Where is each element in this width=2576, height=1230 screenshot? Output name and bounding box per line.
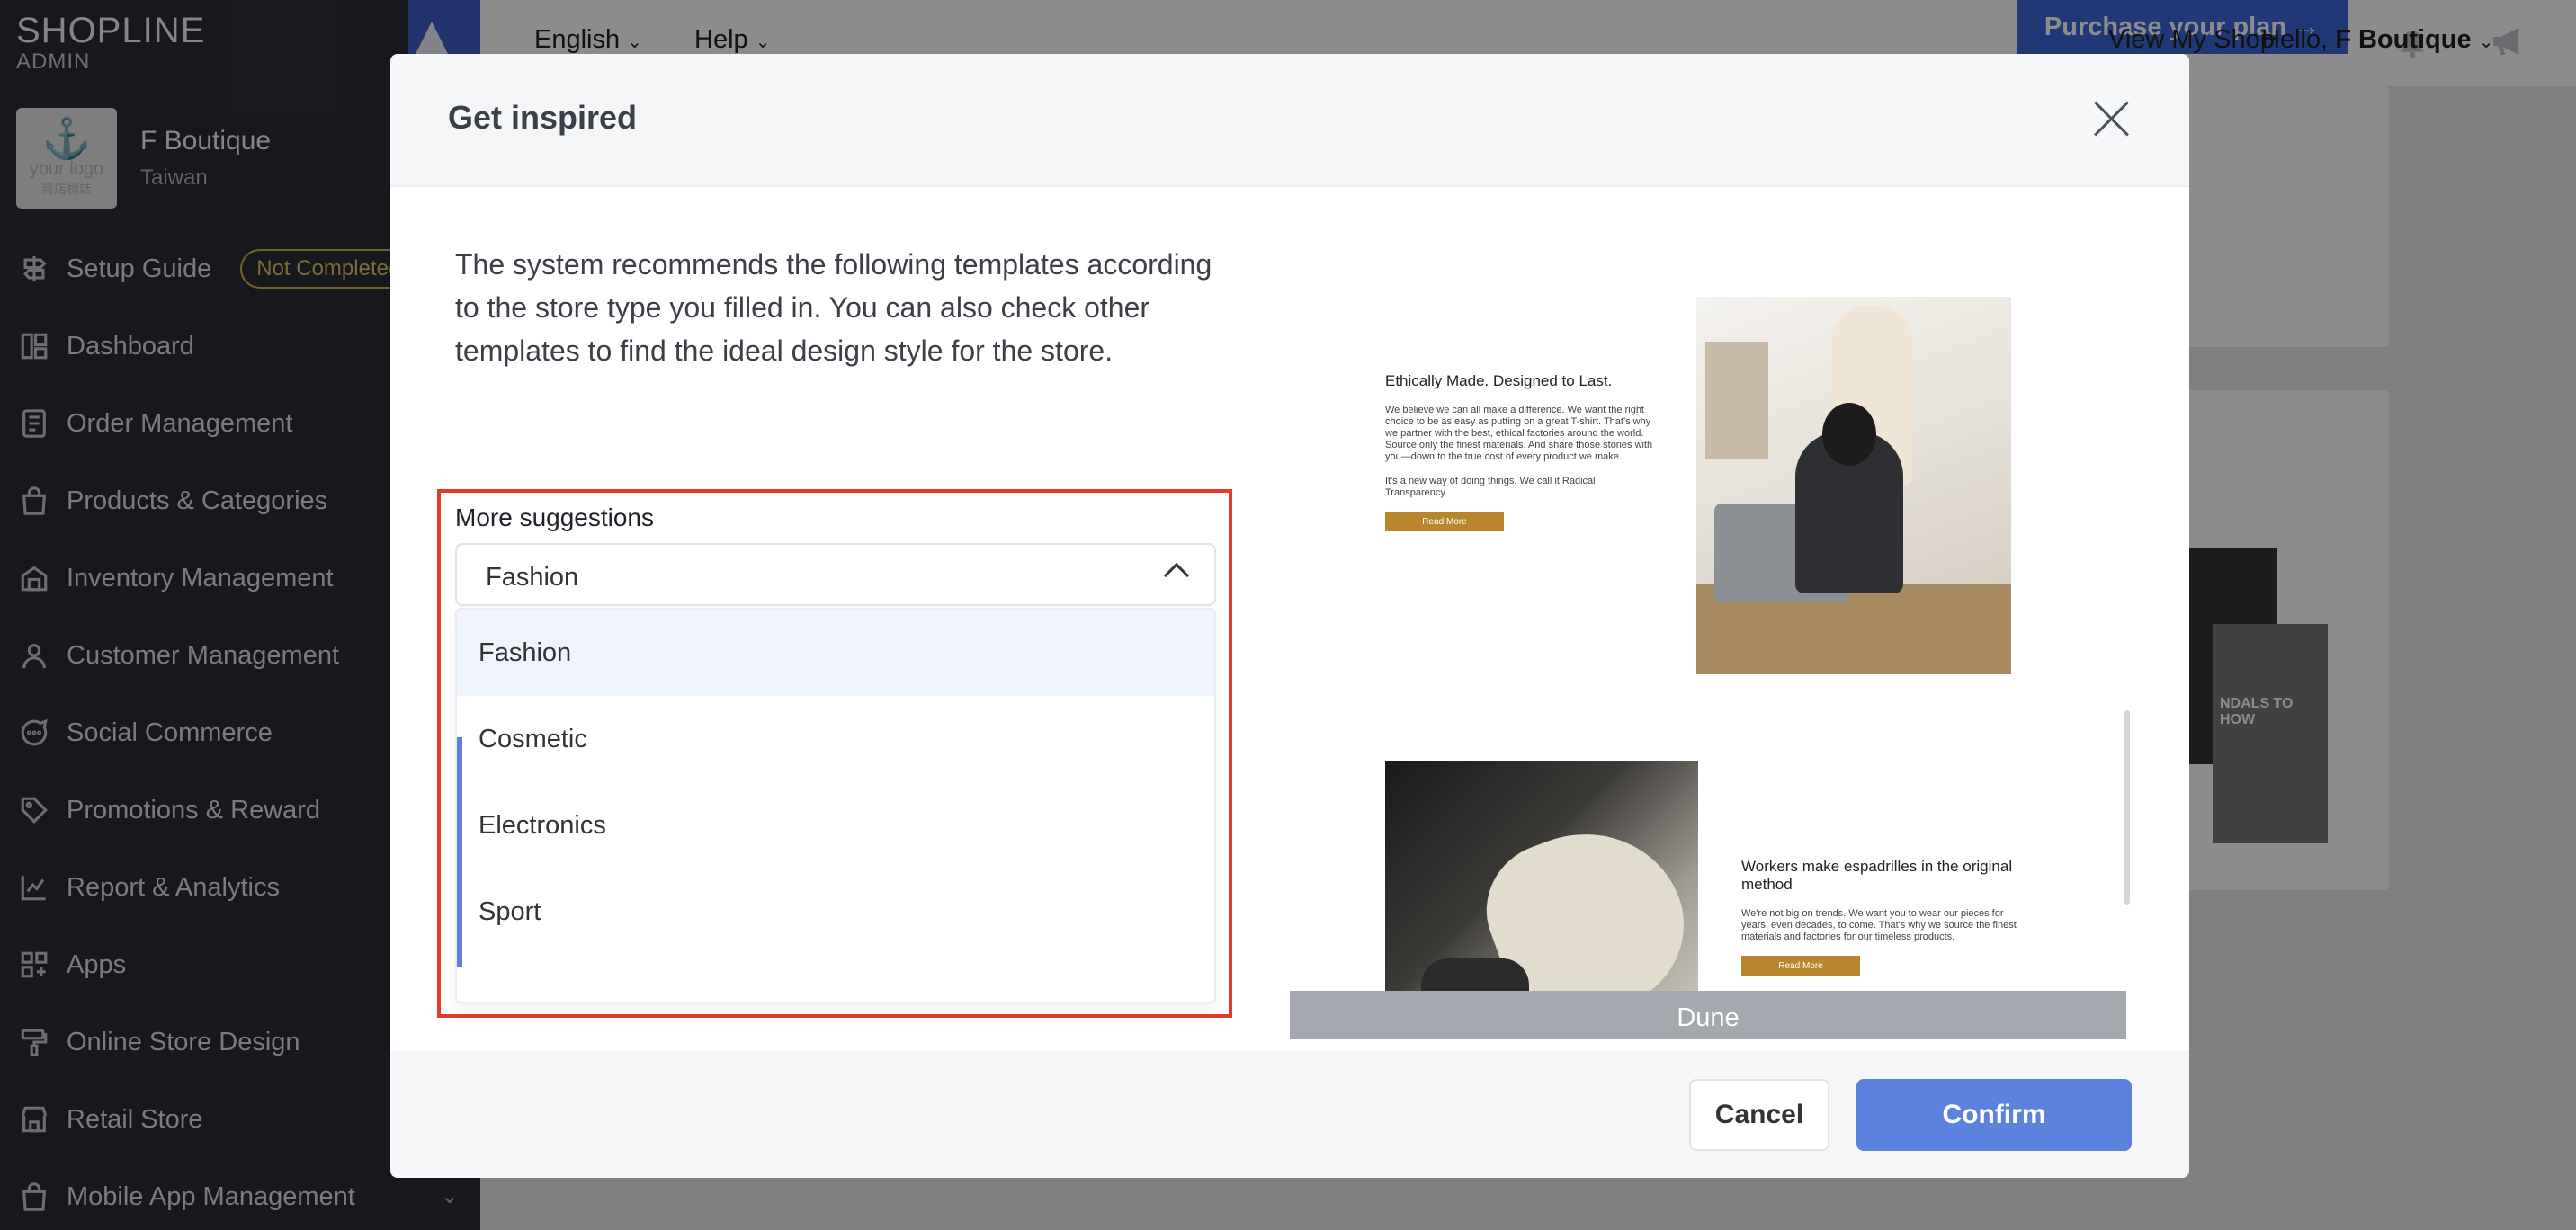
store-type-dropdown: Fashion Cosmetic Electronics Sport [455, 608, 1216, 1003]
close-icon[interactable] [2092, 99, 2132, 138]
chevron-up-icon [1163, 562, 1190, 589]
confirm-button[interactable]: Confirm [1856, 1079, 2132, 1151]
option-partial[interactable] [457, 955, 1214, 991]
dropdown-scrollbar[interactable] [457, 737, 462, 967]
selected-value: Fashion [486, 563, 579, 592]
template-read-more-button: Read More [1385, 512, 1504, 531]
option-electronics[interactable]: Electronics [457, 782, 1214, 869]
more-suggestions-label: More suggestions [455, 504, 655, 531]
template-photo-tailor [1696, 297, 2011, 674]
option-cosmetic[interactable]: Cosmetic [457, 696, 1214, 782]
template-paragraph: We're not big on trends. We want you to … [1741, 908, 2017, 942]
dialog-header: Get inspired [390, 54, 2189, 187]
template-heading: Workers make espadrilles in the original… [1741, 858, 2013, 893]
preview-scrollbar[interactable] [2124, 710, 2130, 905]
option-label: Fashion [479, 637, 572, 667]
template-preview-list[interactable]: Ethically Made. Designed to Last. We bel… [1290, 187, 2126, 1039]
dialog-title: Get inspired [448, 99, 638, 136]
template-paragraph: It's a new way of doing things. We call … [1385, 476, 1596, 498]
option-sport[interactable]: Sport [457, 869, 1214, 955]
template-preview[interactable]: Ethically Made. Designed to Last. We bel… [1385, 297, 2011, 674]
get-inspired-dialog: Get inspired The system recommends the f… [390, 54, 2189, 1178]
option-label: Cosmetic [479, 724, 587, 753]
template-name-caption: Dune [1290, 991, 2126, 1039]
cancel-button[interactable]: Cancel [1689, 1079, 1829, 1151]
dialog-description: The system recommends the following temp… [455, 248, 1212, 367]
template-paragraph: We believe we can all make a difference.… [1385, 405, 1653, 462]
option-fashion[interactable]: Fashion [457, 610, 1214, 696]
template-heading: Ethically Made. Designed to Last. [1385, 372, 1613, 389]
option-label: Electronics [479, 810, 606, 840]
option-label: Sport [479, 896, 541, 926]
template-read-more-button: Read More [1741, 956, 1860, 976]
store-type-select[interactable]: Fashion [455, 543, 1216, 606]
